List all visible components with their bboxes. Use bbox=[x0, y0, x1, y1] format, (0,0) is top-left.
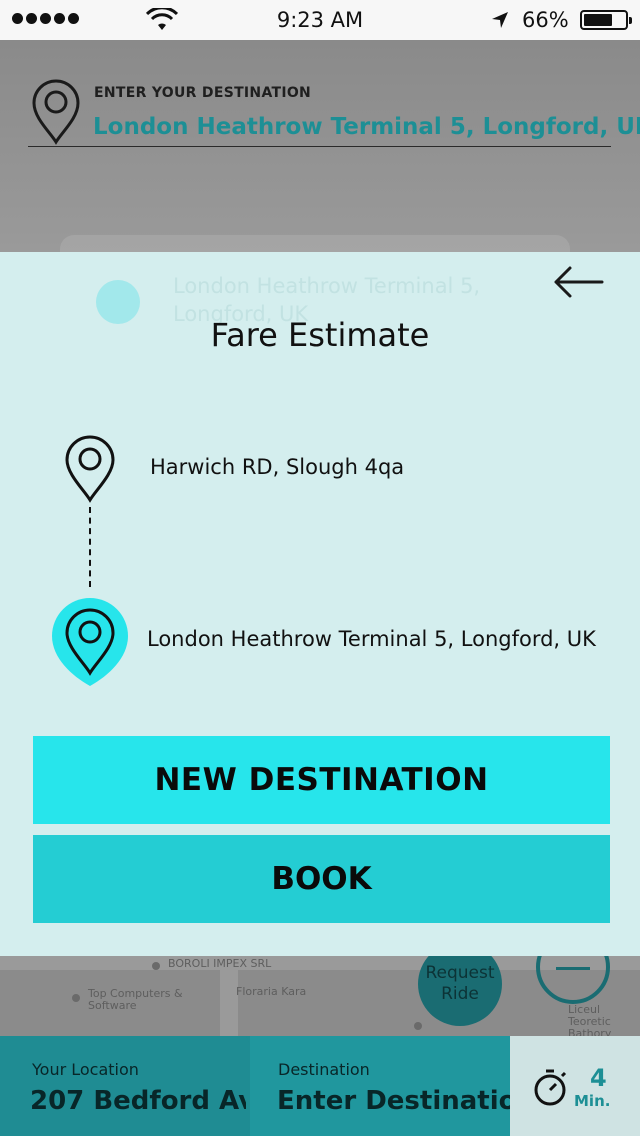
your-location-label: Your Location bbox=[32, 1060, 139, 1079]
destination-label: Destination bbox=[278, 1060, 370, 1079]
fare-estimate-modal: London Heathrow Terminal 5, Longford, UK… bbox=[0, 252, 640, 956]
input-underline bbox=[28, 146, 611, 147]
origin-pin-icon bbox=[65, 435, 115, 503]
your-location-panel[interactable]: Your Location 207 Bedford Ave. bbox=[0, 1036, 283, 1136]
destination-pin-icon bbox=[65, 608, 115, 676]
destination-label: ENTER YOUR DESTINATION bbox=[94, 85, 312, 101]
eta-value: 4 bbox=[590, 1064, 607, 1092]
request-ride-line2: Ride bbox=[441, 984, 479, 1004]
map-poi: Floraria Kara bbox=[236, 985, 307, 998]
location-arrow-icon bbox=[492, 12, 508, 28]
your-location-value: 207 Bedford Ave. bbox=[30, 1086, 283, 1116]
modal-title: Fare Estimate bbox=[210, 316, 430, 354]
route-dashed-line bbox=[89, 507, 91, 587]
origin-address: Harwich RD, Slough 4qa bbox=[150, 455, 405, 479]
map-dot bbox=[72, 994, 80, 1002]
battery-icon bbox=[580, 10, 632, 30]
status-bar: 9:23 AM 66% bbox=[0, 0, 640, 40]
destination-header: ENTER YOUR DESTINATION London Heathrow T… bbox=[0, 40, 640, 252]
battery-percent: 66% bbox=[522, 8, 569, 32]
book-button[interactable]: BOOK bbox=[33, 835, 610, 923]
destination-address: London Heathrow Terminal 5, Longford, UK bbox=[147, 627, 596, 651]
map-poi: BOROLI IMPEX SRL bbox=[168, 957, 272, 970]
map-dot bbox=[414, 1022, 422, 1030]
map-pin-icon bbox=[32, 79, 80, 145]
eta-panel: 4 Min. bbox=[510, 1036, 640, 1136]
map-poi: Top Computers & Software bbox=[88, 987, 183, 1012]
destination-panel[interactable]: Destination Enter Destination bbox=[250, 1036, 535, 1136]
back-arrow-icon[interactable] bbox=[552, 264, 604, 300]
map-dot bbox=[152, 962, 160, 970]
map-poi: Liceul Teoretic Bathory Istvan bbox=[568, 1003, 612, 1037]
request-ride-line1: Request bbox=[425, 963, 495, 983]
destination-input[interactable]: London Heathrow Terminal 5, Longford, UK bbox=[93, 114, 640, 140]
bottom-bar: Your Location 207 Bedford Ave. Destinati… bbox=[0, 1036, 640, 1136]
destination-value: Enter Destination bbox=[277, 1086, 536, 1116]
new-destination-button[interactable]: NEW DESTINATION bbox=[33, 736, 610, 824]
eta-unit: Min. bbox=[574, 1092, 611, 1110]
stopwatch-icon bbox=[534, 1069, 567, 1106]
